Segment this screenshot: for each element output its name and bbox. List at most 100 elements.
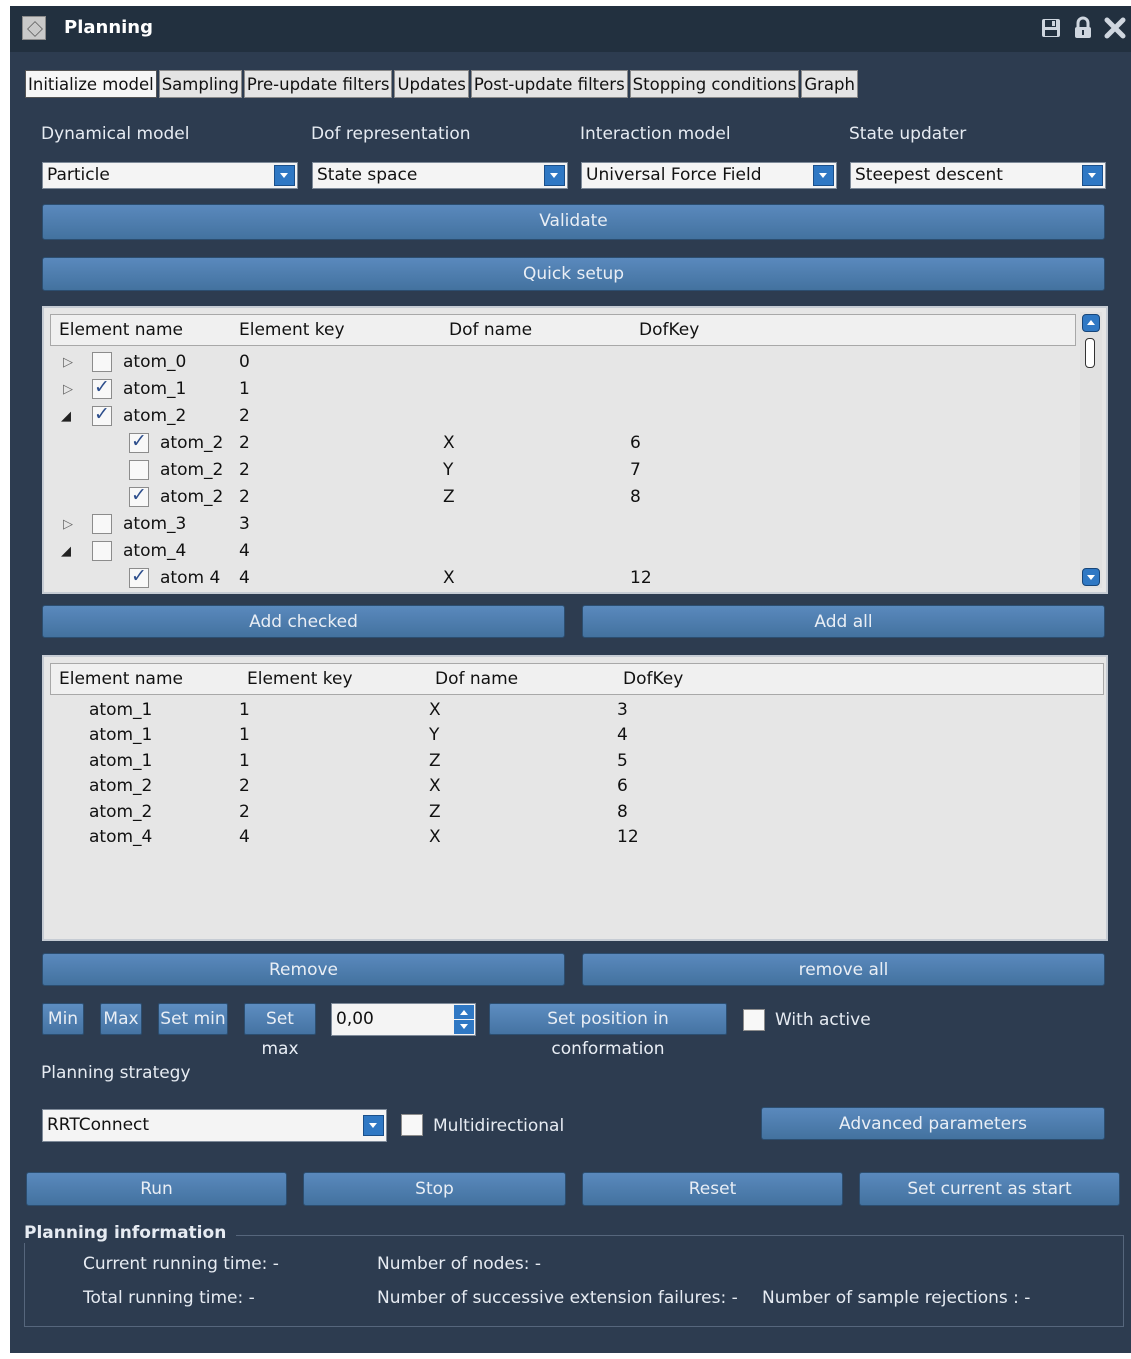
tab-post-update-filters[interactable]: Post-update filters [470, 70, 628, 98]
collapse-arrow-icon[interactable]: ◢ [61, 409, 71, 424]
quick-setup-button[interactable]: Quick setup [42, 257, 1105, 291]
set-max-button[interactable]: Set max [244, 1003, 316, 1059]
col-element-name[interactable]: Element name [59, 669, 183, 689]
element-name: atom_1 [123, 379, 187, 399]
scroll-thumb[interactable] [1085, 338, 1095, 368]
max-button[interactable]: Max [100, 1003, 142, 1035]
row-checkbox[interactable] [92, 403, 112, 426]
expand-arrow-icon[interactable]: ▷ [63, 517, 73, 532]
element-key: 1 [239, 725, 250, 745]
set-min-button[interactable]: Set min [158, 1003, 228, 1035]
col-dofkey[interactable]: DofKey [623, 669, 683, 689]
element-name: atom_0 [123, 352, 187, 372]
element-name: atom_2 [89, 776, 153, 796]
row-checkbox[interactable] [129, 460, 149, 480]
dofkey: 8 [617, 802, 628, 822]
element-key: 2 [239, 460, 250, 480]
spin-up-icon[interactable] [454, 1005, 474, 1019]
scroll-up-icon[interactable] [1082, 314, 1100, 332]
dof-name: Z [429, 751, 441, 771]
reset-button[interactable]: Reset [582, 1172, 843, 1206]
row-checkbox[interactable] [92, 514, 112, 534]
dynamical-model-select[interactable]: Particle [42, 162, 298, 189]
remove-button[interactable]: Remove [42, 953, 565, 986]
app-icon [22, 16, 46, 40]
expand-arrow-icon[interactable]: ▷ [63, 382, 73, 397]
planning-information-group [24, 1235, 1124, 1327]
row-checkbox[interactable] [129, 484, 149, 507]
element-key: 1 [239, 700, 250, 720]
lock-icon[interactable] [1072, 16, 1094, 40]
chevron-down-icon[interactable] [813, 165, 834, 186]
tab-pre-update-filters[interactable]: Pre-update filters [243, 70, 393, 98]
element-name: atom 4 [160, 568, 221, 588]
interaction-model-select[interactable]: Universal Force Field [581, 162, 837, 189]
element-name: atom_1 [89, 700, 153, 720]
element-key: 4 [239, 541, 250, 561]
validate-button[interactable]: Validate [42, 204, 1105, 240]
col-element-name[interactable]: Element name [59, 320, 183, 340]
chevron-down-icon[interactable] [274, 165, 295, 186]
remove-all-button[interactable]: remove all [582, 953, 1105, 986]
state-updater-label: State updater [849, 124, 967, 144]
tab-sampling[interactable]: Sampling [158, 70, 242, 98]
position-spinbox[interactable]: 0,00 [331, 1003, 476, 1036]
row-checkbox[interactable] [129, 565, 149, 588]
element-key: 2 [239, 406, 250, 426]
spin-down-icon[interactable] [454, 1020, 474, 1034]
sample-rejections: Number of sample rejections : - [762, 1288, 1031, 1308]
dofkey: 12 [617, 827, 639, 847]
advanced-parameters-button[interactable]: Advanced parameters [761, 1107, 1105, 1140]
row-checkbox[interactable] [92, 376, 112, 399]
set-current-as-start-button[interactable]: Set current as start [859, 1172, 1120, 1206]
table-header: Element name Element key Dof name DofKey [50, 663, 1104, 695]
row-checkbox[interactable] [129, 430, 149, 453]
with-active-checkbox[interactable] [743, 1009, 765, 1031]
chevron-down-icon[interactable] [544, 165, 565, 186]
element-key: 2 [239, 433, 250, 453]
add-all-button[interactable]: Add all [582, 605, 1105, 638]
add-checked-button[interactable]: Add checked [42, 605, 565, 638]
save-icon[interactable] [1040, 16, 1062, 40]
col-dof-name[interactable]: Dof name [435, 669, 518, 689]
element-name: atom_2 [123, 406, 187, 426]
run-button[interactable]: Run [26, 1172, 287, 1206]
state-updater-select[interactable]: Steepest descent [850, 162, 1106, 189]
set-position-button[interactable]: Set position in conformation [489, 1003, 727, 1059]
tab-initialize-model[interactable]: Initialize model [25, 70, 157, 98]
dof-representation-select[interactable]: State space [312, 162, 568, 189]
available-dofs-tree: Element name Element key Dof name DofKey… [42, 306, 1108, 594]
tab-stopping-conditions[interactable]: Stopping conditions [629, 70, 800, 98]
col-dof-name[interactable]: Dof name [449, 320, 532, 340]
min-button[interactable]: Min [42, 1003, 84, 1035]
chevron-down-icon[interactable] [1082, 165, 1103, 186]
tree-header: Element name Element key Dof name DofKey [50, 314, 1076, 346]
tree-scrollbar[interactable] [1080, 312, 1102, 588]
scroll-down-icon[interactable] [1082, 568, 1100, 586]
stop-button[interactable]: Stop [303, 1172, 566, 1206]
total-running-time: Total running time: - [83, 1288, 255, 1308]
col-dofkey[interactable]: DofKey [639, 320, 699, 340]
col-element-key[interactable]: Element key [247, 669, 353, 689]
dof-name: X [429, 700, 441, 720]
dynamical-model-value: Particle [47, 165, 110, 185]
planning-strategy-select[interactable]: RRTConnect [42, 1109, 387, 1142]
dof-name: X [429, 776, 441, 796]
multidirectional-checkbox[interactable] [401, 1114, 423, 1136]
interaction-model-value: Universal Force Field [586, 165, 762, 185]
expand-arrow-icon[interactable]: ▷ [63, 355, 73, 370]
collapse-arrow-icon[interactable]: ◢ [61, 544, 71, 559]
chevron-down-icon[interactable] [363, 1115, 384, 1136]
element-key: 4 [239, 827, 250, 847]
tab-graph[interactable]: Graph [801, 70, 858, 98]
tab-updates[interactable]: Updates [394, 70, 469, 98]
dofkey: 12 [630, 568, 652, 588]
close-icon[interactable] [1104, 16, 1126, 40]
dofkey: 6 [630, 433, 641, 453]
element-name: atom_2 [160, 460, 224, 480]
row-checkbox[interactable] [92, 541, 112, 561]
element-name: atom_1 [89, 725, 153, 745]
selected-dofs-table: Element name Element key Dof name DofKey… [42, 655, 1108, 941]
row-checkbox[interactable] [92, 352, 112, 372]
col-element-key[interactable]: Element key [239, 320, 345, 340]
